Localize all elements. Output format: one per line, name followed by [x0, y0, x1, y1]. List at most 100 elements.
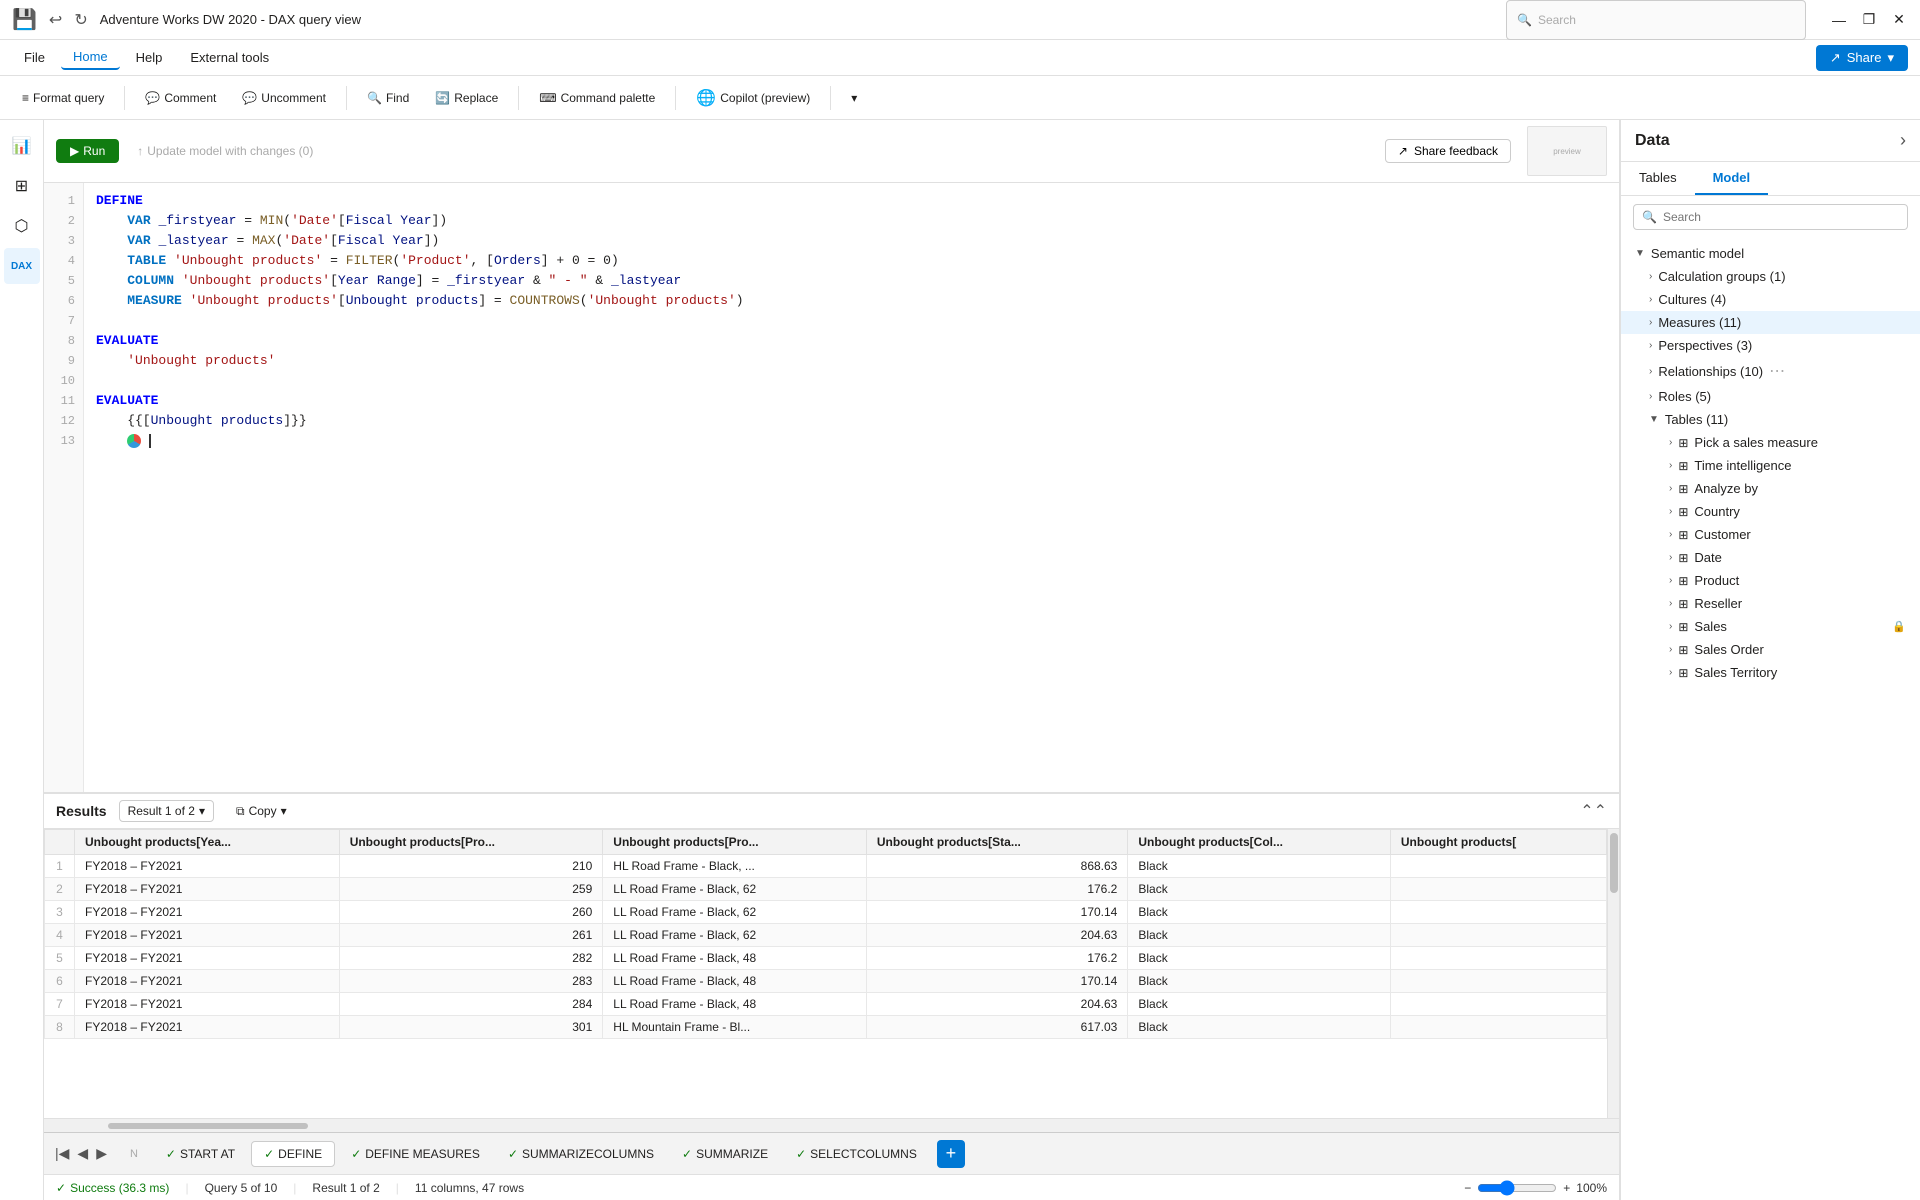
tree-measures[interactable]: › Measures (11)	[1621, 311, 1920, 334]
horizontal-scrollbar[interactable]	[44, 1118, 1619, 1132]
scroll-thumb[interactable]	[1610, 833, 1618, 893]
tree-analyze-by[interactable]: › ⊞ Analyze by	[1621, 477, 1920, 500]
tab-check-icon-2: ✓	[264, 1147, 274, 1161]
zoom-in-button[interactable]: +	[1563, 1181, 1570, 1195]
panel-search-input[interactable]	[1663, 210, 1899, 224]
maximize-button[interactable]: ❐	[1860, 11, 1878, 29]
format-query-button[interactable]: ≡ Format query	[12, 87, 114, 109]
results-table-wrap[interactable]: Unbought products[Yea... Unbought produc…	[44, 829, 1619, 1118]
add-tab-button[interactable]: +	[937, 1140, 965, 1168]
toolbar-expand-button[interactable]: ▾	[841, 87, 867, 109]
table-icon: ⊞	[1678, 666, 1688, 680]
menu-item-file[interactable]: File	[12, 46, 57, 69]
tree-perspectives[interactable]: › Perspectives (3)	[1621, 334, 1920, 357]
chevron-right-icon: ›	[1649, 294, 1652, 305]
menu-item-external-tools[interactable]: External tools	[178, 46, 281, 69]
tab-N[interactable]: N	[118, 1143, 150, 1165]
code-editor[interactable]: 1 2 3 4 5 6 7 8 9 10 11 12 13 DEFINE VAR…	[44, 183, 1619, 792]
tab-define-measures[interactable]: ✓ DEFINE MEASURES	[339, 1142, 492, 1166]
tree-calculation-groups[interactable]: › Calculation groups (1)	[1621, 265, 1920, 288]
col-color: Unbought products[Col...	[1128, 830, 1391, 855]
result-selector[interactable]: Result 1 of 2 ▾	[119, 800, 214, 822]
zoom-out-button[interactable]: −	[1464, 1181, 1471, 1195]
cell-color: Black	[1128, 901, 1391, 924]
code-content[interactable]: DEFINE VAR _firstyear = MIN('Date'[Fisca…	[84, 183, 1619, 792]
cell-product-key: 261	[339, 924, 603, 947]
sidebar-icon-model[interactable]: ⬡	[4, 208, 40, 244]
tree-country[interactable]: › ⊞ Country	[1621, 500, 1920, 523]
tab-model[interactable]: Model	[1695, 162, 1769, 195]
menu-item-home[interactable]: Home	[61, 45, 120, 70]
tree-sales-order[interactable]: › ⊞ Sales Order	[1621, 638, 1920, 661]
find-button[interactable]: 🔍 Find	[357, 87, 419, 109]
chevron-right-icon: ›	[1669, 644, 1672, 655]
copy-button[interactable]: ⧉ Copy ▾	[226, 801, 297, 822]
cell-year-range: FY2018 – FY2021	[75, 947, 340, 970]
zoom-slider[interactable]	[1477, 1180, 1557, 1196]
tree-label: Perspectives (3)	[1658, 338, 1752, 353]
share-chevron-icon: ▾	[1887, 50, 1894, 66]
cell-extra	[1390, 1016, 1606, 1039]
share-feedback-button[interactable]: ↗ Share feedback	[1385, 139, 1511, 163]
collapse-results-button[interactable]: ⌃⌃	[1580, 801, 1607, 821]
sidebar-icon-table[interactable]: ⊞	[4, 168, 40, 204]
tree-customer[interactable]: › ⊞ Customer	[1621, 523, 1920, 546]
update-model-button[interactable]: ↑ Update model with changes (0)	[127, 140, 323, 162]
table-icon: ⊞	[1678, 620, 1688, 634]
tab-summarize-columns[interactable]: ✓ SUMMARIZECOLUMNS	[496, 1142, 666, 1166]
tree-sales-territory[interactable]: › ⊞ Sales Territory	[1621, 661, 1920, 684]
sidebar-icon-dax[interactable]: DAX	[4, 248, 40, 284]
tab-select-columns[interactable]: ✓ SELECTCOLUMNS	[784, 1142, 929, 1166]
tree-semantic-model[interactable]: ▼ Semantic model	[1621, 242, 1920, 265]
menu-item-help[interactable]: Help	[124, 46, 175, 69]
collapse-panel-button[interactable]: ›	[1900, 130, 1906, 151]
chevron-right-icon: ›	[1669, 621, 1672, 632]
share-button[interactable]: ↗ Share ▾	[1816, 45, 1908, 71]
minimize-button[interactable]: —	[1830, 11, 1848, 29]
cell-extra	[1390, 993, 1606, 1016]
copilot-button[interactable]: 🌐 Copilot (preview)	[686, 84, 820, 112]
tree-sales[interactable]: › ⊞ Sales 🔒	[1621, 615, 1920, 638]
cell-standard-cost: 176.2	[866, 947, 1127, 970]
tree-pick-sales[interactable]: › ⊞ Pick a sales measure	[1621, 431, 1920, 454]
table-icon: ⊞	[1678, 505, 1688, 519]
tree-roles[interactable]: › Roles (5)	[1621, 385, 1920, 408]
tab-prev-button[interactable]: ◀	[74, 1142, 91, 1165]
more-icon[interactable]: ⋯	[1769, 361, 1785, 381]
scroll-thumb-h[interactable]	[108, 1123, 308, 1129]
tree-tables[interactable]: ▼ Tables (11)	[1621, 408, 1920, 431]
code-line-5: COLUMN 'Unbought products'[Year Range] =…	[96, 271, 1607, 291]
tree-cultures[interactable]: › Cultures (4)	[1621, 288, 1920, 311]
cell-standard-cost: 868.63	[866, 855, 1127, 878]
table-row: 3 FY2018 – FY2021 260 LL Road Frame - Bl…	[45, 901, 1607, 924]
zoom-level: 100%	[1576, 1181, 1607, 1195]
vertical-scrollbar[interactable]	[1607, 829, 1619, 1118]
global-search-box[interactable]: 🔍 Search	[1506, 0, 1806, 40]
tab-tables[interactable]: Tables	[1621, 162, 1695, 195]
tab-next-button[interactable]: ▶	[93, 1142, 110, 1165]
tab-define[interactable]: ✓ DEFINE	[251, 1141, 335, 1167]
uncomment-button[interactable]: 💬 Uncomment	[232, 87, 336, 109]
close-button[interactable]: ✕	[1890, 11, 1908, 29]
sidebar-icon-report[interactable]: 📊	[4, 128, 40, 164]
run-button[interactable]: ▶ Run	[56, 139, 119, 163]
tree-date[interactable]: › ⊞ Date	[1621, 546, 1920, 569]
tree-area: ▼ Semantic model › Calculation groups (1…	[1621, 238, 1920, 1200]
panel-search[interactable]: 🔍	[1633, 204, 1908, 230]
tree-label: Sales Order	[1694, 642, 1763, 657]
replace-button[interactable]: 🔄 Replace	[425, 87, 508, 109]
tree-reseller[interactable]: › ⊞ Reseller	[1621, 592, 1920, 615]
comment-button[interactable]: 💬 Comment	[135, 87, 226, 109]
tree-time-intelligence[interactable]: › ⊞ Time intelligence	[1621, 454, 1920, 477]
zoom-control[interactable]: − + 100%	[1464, 1180, 1607, 1196]
tab-start-at[interactable]: ✓ START AT	[154, 1142, 247, 1166]
tree-product[interactable]: › ⊞ Product	[1621, 569, 1920, 592]
mini-preview: preview	[1527, 126, 1607, 176]
tree-relationships[interactable]: › Relationships (10) ⋯	[1621, 357, 1920, 385]
tab-summarize[interactable]: ✓ SUMMARIZE	[670, 1142, 780, 1166]
undo-btn[interactable]: ↩	[49, 10, 62, 30]
row-num-cell: 1	[45, 855, 75, 878]
redo-btn[interactable]: ↻	[74, 10, 87, 30]
tab-prev-prev-button[interactable]: |◀	[52, 1142, 72, 1165]
command-palette-button[interactable]: ⌨ Command palette	[529, 87, 665, 109]
